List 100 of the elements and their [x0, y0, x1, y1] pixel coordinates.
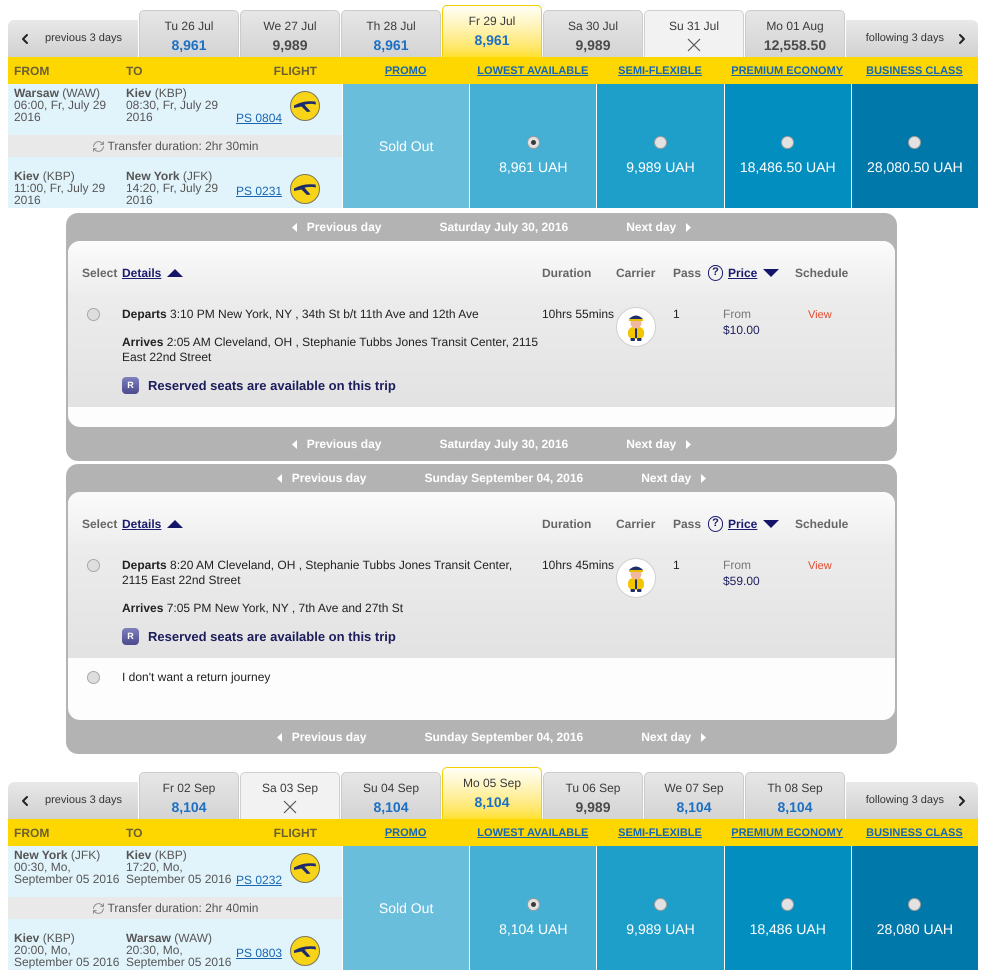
date-tab[interactable]: Tu 06 Sep 9,989: [543, 772, 643, 819]
following-days-button[interactable]: following 3 days: [846, 20, 978, 57]
details-sort-link[interactable]: Details: [122, 514, 162, 532]
date-heading: Sunday September 04, 2016: [424, 729, 584, 746]
duration-text: 10hrs 45mins: [542, 558, 614, 572]
column-header: TO: [126, 62, 144, 80]
transfer-duration-text: Transfer duration: 2hr 40min: [108, 900, 258, 917]
details-sort-link[interactable]: Details: [122, 264, 162, 282]
fare-class-link[interactable]: SEMI-FLEXIBLE: [618, 826, 702, 838]
caret-right-icon: [686, 222, 692, 232]
fare-radio[interactable]: [781, 898, 794, 911]
column-header: Duration: [542, 516, 592, 530]
fare-class-link[interactable]: SEMI-FLEXIBLE: [618, 64, 702, 76]
date-tab[interactable]: Sa 03 Sep: [240, 772, 340, 819]
flight-time: 17:20, Mo, September 05 2016: [126, 861, 232, 885]
fare-radio[interactable]: [654, 136, 667, 149]
flight-time: 11:00, Fr, July 29 2016: [14, 182, 106, 206]
fare-class-link[interactable]: BUSINESS CLASS: [866, 826, 963, 838]
fare-class-link[interactable]: PROMO: [384, 64, 426, 76]
date-tab[interactable]: Fr 29 Jul 8,961: [442, 5, 542, 57]
price-sort-link[interactable]: Price: [728, 514, 758, 532]
tab-date: Tu 06 Sep: [566, 781, 620, 795]
passenger-count: 1: [673, 307, 680, 321]
tab-date: We 07 Sep: [664, 781, 724, 795]
help-button[interactable]: ?: [708, 516, 723, 532]
caret-left-icon: [276, 732, 282, 742]
fare-class-link[interactable]: PREMIUM ECONOMY: [731, 64, 844, 76]
previous-days-button[interactable]: previous 3 days: [8, 20, 138, 57]
fare-class-link[interactable]: LOWEST AVAILABLE: [477, 826, 588, 838]
date-tab[interactable]: Sa 30 Jul 9,989: [543, 10, 643, 57]
departure-text: Departs 3:10 PM New York, NY , 34th St b/t 11th Ave and 12th Ave: [122, 307, 480, 322]
airport-name: Kiev (KBP): [126, 87, 188, 99]
fare-price: 28,080 UAH: [876, 921, 954, 937]
fare-radio[interactable]: [526, 136, 540, 149]
flight-time: 08:30, Fr, July 29 2016: [126, 99, 220, 123]
airport-name: New York (JFK): [14, 849, 102, 861]
flight-number-link[interactable]: PS 0803: [236, 947, 282, 960]
date-heading: Sunday September 04, 2016: [424, 470, 584, 487]
flight-number-link[interactable]: PS 0231: [236, 185, 282, 198]
fare-class-link[interactable]: BUSINESS CLASS: [866, 64, 963, 76]
tab-price: 8,104: [777, 798, 813, 816]
date-tab[interactable]: We 27 Jul 9,989: [240, 10, 340, 57]
column-header: Duration: [542, 266, 592, 280]
fare-class-link[interactable]: PREMIUM ECONOMY: [731, 826, 844, 838]
trip-price: $59.00: [723, 574, 760, 589]
cartoon-figure-icon: [616, 307, 656, 347]
date-tab[interactable]: We 07 Sep 8,104: [644, 772, 744, 819]
previous-days-button[interactable]: previous 3 days: [8, 782, 138, 819]
column-header: Carrier: [616, 266, 656, 280]
flight-time: 20:30, Mo, September 05 2016: [126, 944, 232, 968]
following-days-button[interactable]: following 3 days: [846, 782, 978, 819]
tab-date: Mo 01 Aug: [766, 19, 824, 33]
price-sort-link[interactable]: Price: [728, 264, 758, 282]
date-tab[interactable]: Tu 26 Jul 8,961: [139, 10, 239, 57]
reserved-seats-text: Reserved seats are available on this trip: [148, 629, 396, 644]
date-tab[interactable]: Mo 01 Aug 12,558.50: [745, 10, 845, 57]
fare-radio[interactable]: [654, 898, 667, 911]
fare-class-link[interactable]: LOWEST AVAILABLE: [477, 64, 588, 76]
date-tab[interactable]: Th 28 Jul 8,961: [341, 10, 441, 57]
trip-radio[interactable]: [87, 308, 100, 321]
column-header: FLIGHT: [272, 62, 318, 80]
tab-price: 8,961: [373, 36, 409, 54]
tab-date: Su 04 Sep: [362, 781, 420, 795]
tab-price: 9,989: [575, 798, 611, 816]
caret-left-icon: [292, 222, 297, 232]
trip-radio[interactable]: [87, 559, 100, 572]
circular-arrows-icon: [92, 140, 105, 152]
carrier-logo-icon: [290, 91, 320, 121]
date-tab[interactable]: Su 04 Sep 8,104: [341, 772, 441, 819]
flight-number-link[interactable]: PS 0232: [236, 874, 282, 887]
sort-down-icon: [763, 268, 780, 276]
fare-price: 9,989 UAH: [626, 921, 695, 937]
airport-name: Kiev (KBP): [14, 170, 76, 182]
date-tab[interactable]: Th 08 Sep 8,104: [745, 772, 845, 819]
column-header: Carrier: [616, 516, 656, 530]
fare-radio[interactable]: [781, 136, 794, 149]
caret-left-icon: [276, 474, 282, 482]
duration-text: 10hrs 55mins: [542, 307, 614, 321]
reserved-seat-badge: R: [122, 377, 139, 394]
airport-name: New York (JFK): [126, 170, 214, 182]
tab-price: 12,558.50: [764, 36, 826, 54]
tab-price: 8,104: [474, 793, 510, 811]
fare-radio[interactable]: [908, 898, 922, 911]
fare-price: 18,486.50 UAH: [740, 159, 836, 175]
sold-out-label: Sold Out: [378, 898, 434, 918]
date-tab[interactable]: Mo 05 Sep 8,104: [442, 767, 542, 819]
tab-price: 8,961: [474, 31, 510, 49]
fare-radio[interactable]: [908, 136, 922, 149]
no-return-radio[interactable]: [87, 671, 100, 684]
date-heading: Saturday July 30, 2016: [439, 436, 568, 453]
help-button[interactable]: ?: [708, 264, 723, 280]
caret-right-icon: [686, 440, 692, 448]
fare-radio[interactable]: [526, 898, 540, 911]
circular-arrows-icon: [92, 902, 105, 914]
price-from-label: From: [723, 558, 751, 573]
flight-number-link[interactable]: PS 0804: [236, 112, 282, 125]
date-tab[interactable]: Fr 02 Sep 8,104: [139, 772, 239, 819]
date-tab[interactable]: Su 31 Jul: [644, 10, 744, 57]
column-header: Select: [82, 516, 118, 530]
fare-class-link[interactable]: PROMO: [384, 826, 426, 838]
